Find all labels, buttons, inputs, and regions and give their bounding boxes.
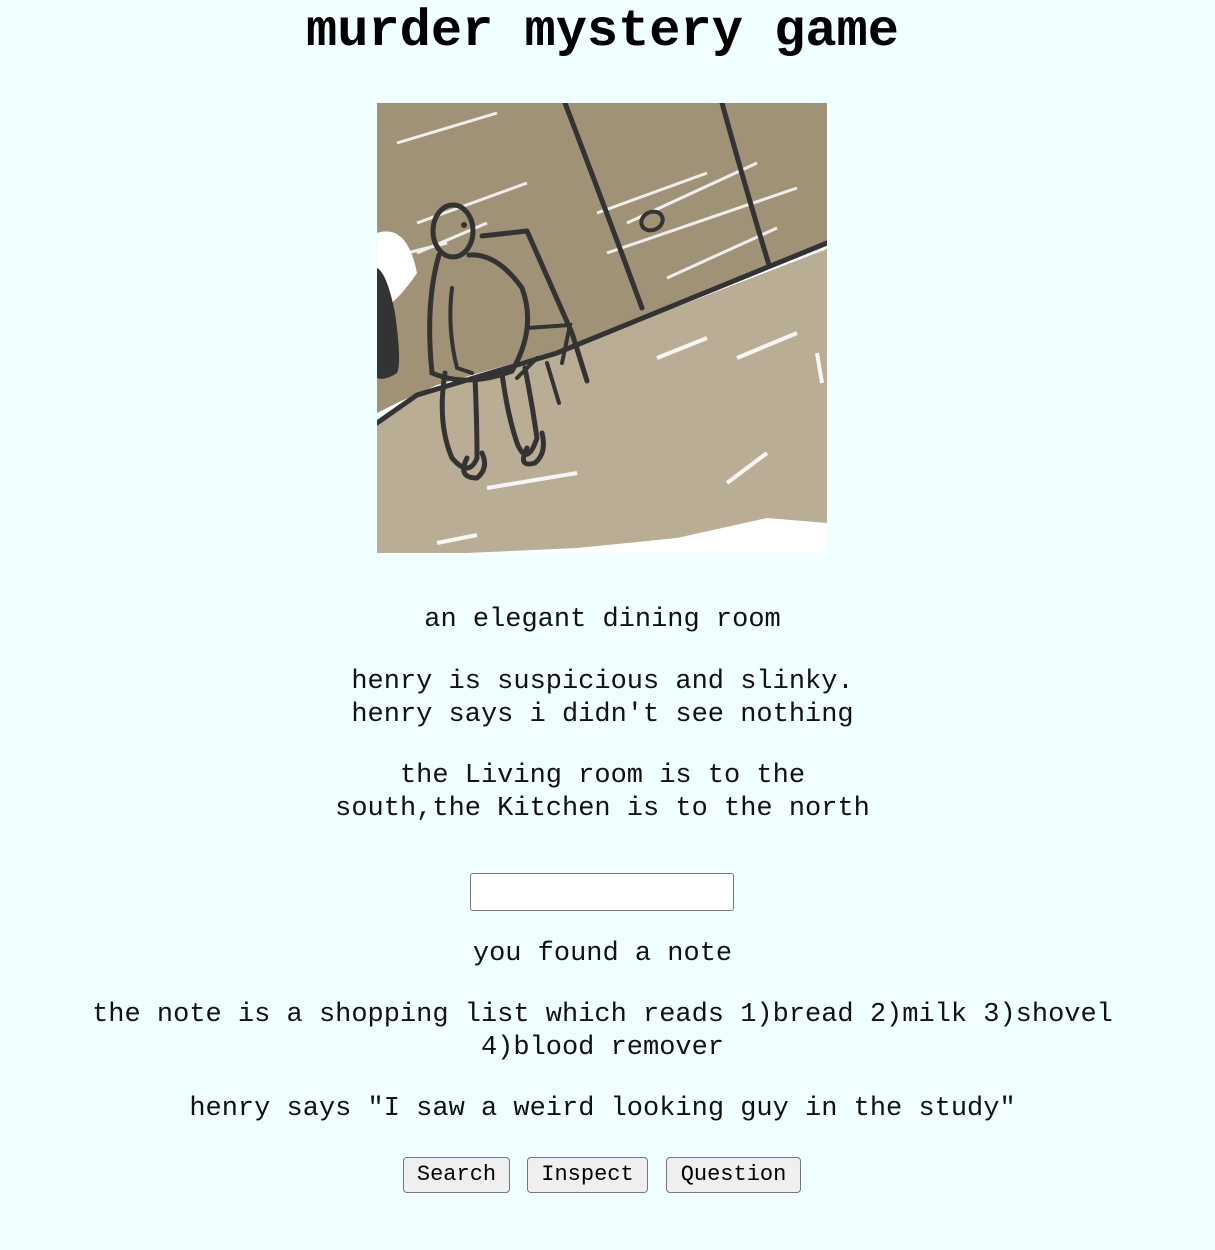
found-message: you found a note [472, 939, 733, 969]
search-button[interactable]: Search [403, 1157, 510, 1193]
question-button[interactable]: Question [666, 1157, 801, 1193]
inspect-button[interactable]: Inspect [527, 1157, 648, 1193]
character-description: henry is suspicious and slinky. [351, 667, 854, 697]
scene-illustration [377, 103, 827, 553]
exits-description: the Living room is to the south,the Kitc… [335, 761, 870, 824]
game-title: murder mystery game [306, 2, 899, 61]
command-input[interactable] [470, 873, 734, 911]
dialogue-message: henry says "I saw a weird looking guy in… [189, 1094, 1016, 1124]
note-text: the note is a shopping list which reads … [92, 1000, 1113, 1063]
location-description: an elegant dining room [424, 605, 781, 635]
character-statement: henry says i didn't see nothing [351, 700, 854, 730]
